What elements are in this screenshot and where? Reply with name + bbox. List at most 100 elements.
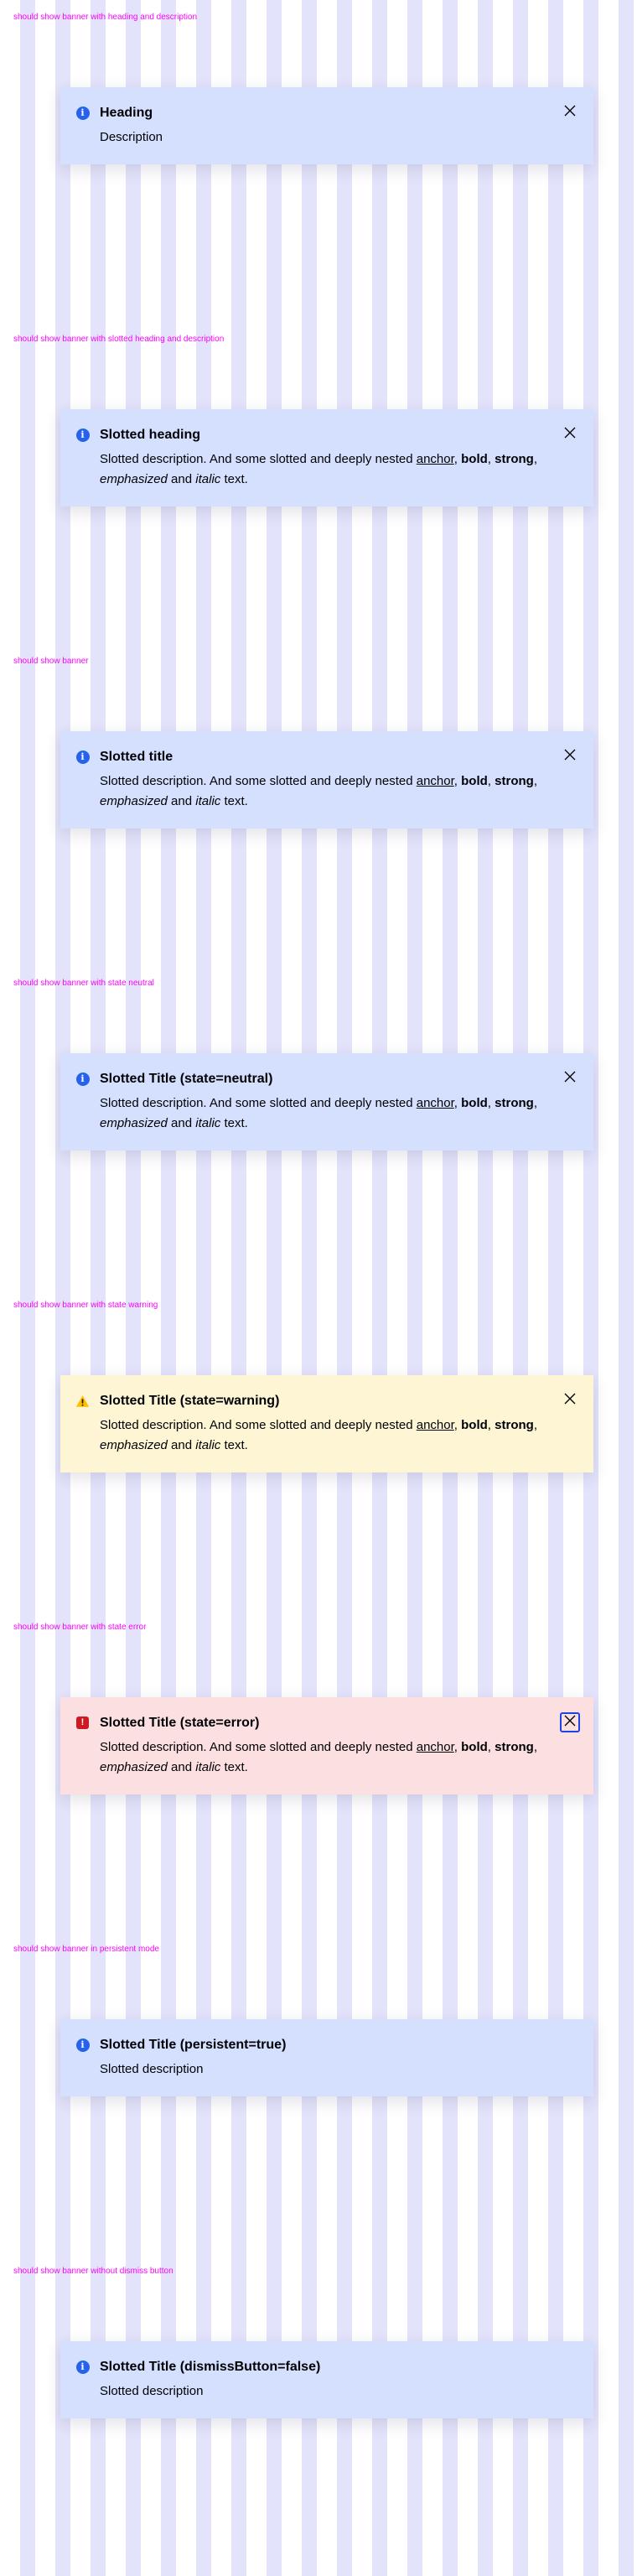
banner-description: Slotted description (100, 2384, 204, 2398)
banner-error: ! Slotted Title (state=error) Slotted desc… (60, 1697, 593, 1794)
test-case-label: should show banner with state warning (13, 1301, 158, 1310)
test-case-label: should show banner in persistent mode (13, 1945, 159, 1954)
test-case-label: should show banner with state neutral (13, 979, 154, 988)
description-anchor-link[interactable]: anchor (417, 452, 454, 466)
banner-description: Slotted description. And some slotted an… (100, 449, 552, 490)
description-italic: italic (195, 1438, 221, 1452)
description-text: , (487, 1740, 495, 1754)
banner-description: Slotted description. And some slotted an… (100, 1093, 552, 1134)
description-text: and (167, 1116, 196, 1130)
description-emphasized: emphasized (100, 794, 168, 808)
information-icon: i (75, 2038, 90, 2052)
close-button[interactable] (560, 1390, 580, 1410)
close-button[interactable] (560, 1068, 580, 1088)
information-icon: i (75, 2360, 90, 2374)
description-text: text. (220, 1438, 248, 1452)
description-text: text. (220, 794, 248, 808)
description-italic: italic (195, 472, 221, 486)
banner-description: Description (100, 130, 163, 144)
description-bold: bold (461, 1418, 488, 1432)
close-button[interactable] (560, 102, 580, 122)
description-text: , (533, 1740, 537, 1754)
banner-title: Slotted Title (state=neutral) (100, 1072, 273, 1086)
close-button[interactable] (560, 424, 580, 444)
description-text: , (487, 774, 495, 788)
description-bold: bold (461, 774, 488, 788)
description-text: , (453, 774, 462, 788)
description-text: , (487, 1096, 495, 1110)
description-text: , (453, 1096, 462, 1110)
description-bold: bold (461, 1740, 488, 1754)
banner-description: Slotted description. And some slotted an… (100, 1737, 552, 1778)
banner-title: Slotted Title (state=error) (100, 1716, 260, 1730)
description-emphasized: emphasized (100, 1760, 168, 1774)
close-icon (563, 104, 577, 122)
description-text: text. (220, 1760, 248, 1774)
banner-title: Slotted heading (100, 428, 200, 442)
banner-neutral: i Slotted heading Slotted description. And… (60, 409, 593, 506)
description-text: and (167, 794, 196, 808)
information-icon: i (75, 1072, 90, 1086)
banner-neutral: i Slotted Title (state=neutral) Slotted de… (60, 1053, 593, 1150)
description-text: , (533, 1418, 537, 1432)
description-emphasized: emphasized (100, 1116, 168, 1130)
exclamation-triangle-icon (75, 1394, 90, 1408)
description-text: Slotted description. And some slotted an… (100, 1418, 417, 1432)
description-text: Slotted description. And some slotted an… (100, 1740, 417, 1754)
close-icon (563, 426, 577, 444)
description-italic: italic (195, 1760, 221, 1774)
description-italic: italic (195, 794, 221, 808)
banner-neutral: i Slotted title Slotted description. And s… (60, 731, 593, 828)
banner-title: Slotted title (100, 750, 173, 764)
test-case-label: should show banner without dismiss butto… (13, 2267, 173, 2276)
description-anchor-link[interactable]: anchor (417, 1096, 454, 1110)
description-text: , (453, 1418, 462, 1432)
banner-description: Slotted description. And some slotted an… (100, 771, 552, 812)
description-strong: strong (495, 1418, 534, 1432)
information-icon: i (75, 750, 90, 764)
close-button[interactable] (560, 1712, 580, 1732)
test-case-label: should show banner with heading and desc… (13, 13, 198, 22)
description-anchor-link[interactable]: anchor (417, 1740, 454, 1754)
description-text: , (533, 1096, 537, 1110)
close-icon (563, 748, 577, 766)
close-icon (563, 1392, 577, 1410)
test-case-label: should show banner (13, 657, 89, 666)
banner-neutral: i Slotted Title (dismissButton=false) Slot… (60, 2341, 593, 2418)
description-text: text. (220, 1116, 248, 1130)
description-emphasized: emphasized (100, 472, 168, 486)
description-text: , (453, 1740, 462, 1754)
description-text: Slotted description. And some slotted an… (100, 774, 417, 788)
banner-title: Heading (100, 106, 153, 120)
banner-title: Slotted Title (dismissButton=false) (100, 2360, 321, 2374)
banner-warning: Slotted Title (state=warning) Slotted des… (60, 1375, 593, 1472)
close-icon (563, 1070, 577, 1088)
description-strong: strong (495, 452, 534, 466)
banner-neutral: i Heading Description (60, 87, 593, 164)
banner-description: Slotted description (100, 2062, 204, 2076)
description-italic: italic (195, 1116, 221, 1130)
description-anchor-link[interactable]: anchor (417, 774, 454, 788)
description-emphasized: emphasized (100, 1438, 168, 1452)
description-text: and (167, 472, 196, 486)
description-text: Slotted description. And some slotted an… (100, 1096, 417, 1110)
description-text: , (533, 452, 537, 466)
banner-neutral: i Slotted Title (persistent=true) Slotted … (60, 2019, 593, 2096)
test-case-label: should show banner with state error (13, 1623, 147, 1632)
description-text: , (533, 774, 537, 788)
description-text: , (487, 452, 495, 466)
banner-description: Slotted description. And some slotted an… (100, 1415, 552, 1456)
close-button[interactable] (560, 746, 580, 766)
information-icon: i (75, 106, 90, 120)
test-case-label: should show banner with slotted heading … (13, 335, 225, 344)
description-text: , (453, 452, 462, 466)
description-text: , (487, 1418, 495, 1432)
banner-title: Slotted Title (persistent=true) (100, 2038, 287, 2052)
description-bold: bold (461, 452, 488, 466)
description-strong: strong (495, 1740, 534, 1754)
description-text: Slotted description. And some slotted an… (100, 452, 417, 466)
exclamation-square-icon: ! (75, 1716, 90, 1730)
information-icon: i (75, 428, 90, 442)
description-anchor-link[interactable]: anchor (417, 1418, 454, 1432)
description-text: and (167, 1438, 196, 1452)
